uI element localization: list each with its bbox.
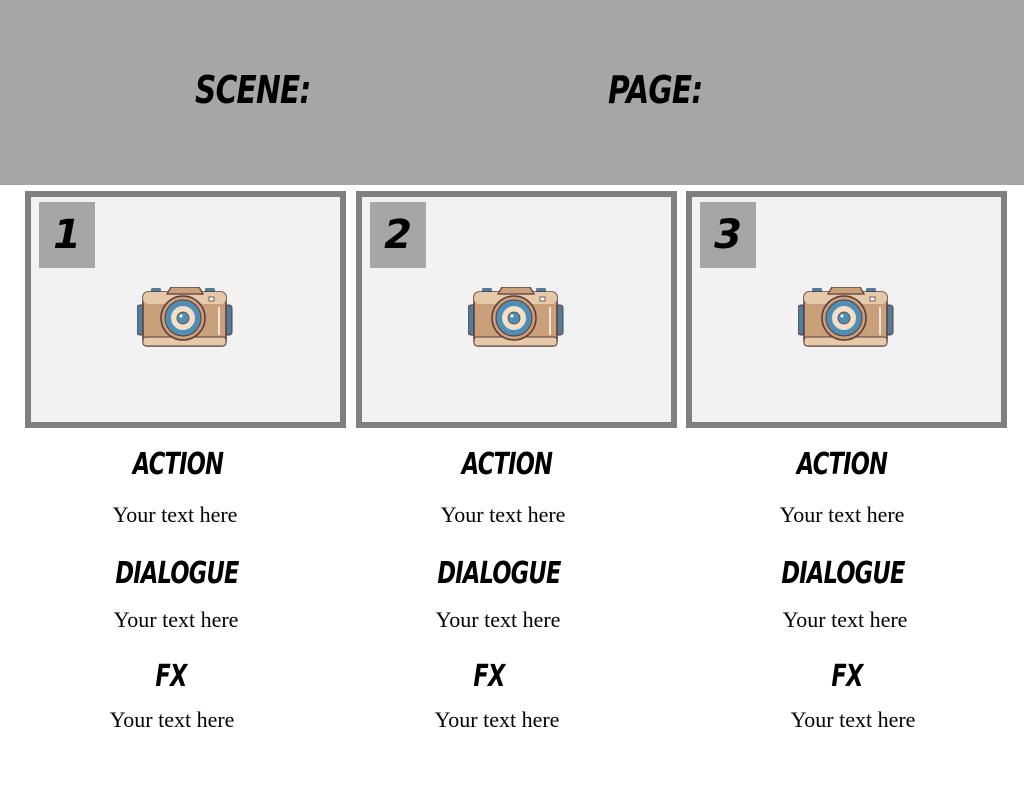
panel-number: 3 xyxy=(700,202,756,268)
action-label: ACTION xyxy=(796,447,888,482)
dialogue-text[interactable]: Your text here xyxy=(783,607,908,633)
page-label: PAGE: xyxy=(608,68,703,112)
action-label: ACTION xyxy=(132,447,224,482)
action-text[interactable]: Your text here xyxy=(780,502,905,528)
dialogue-label: DIALOGUE xyxy=(781,556,905,591)
camera-icon xyxy=(136,286,237,349)
fx-text[interactable]: Your text here xyxy=(791,707,916,733)
action-text[interactable]: Your text here xyxy=(113,502,238,528)
panel-number: 1 xyxy=(39,202,95,268)
fx-label: FX xyxy=(831,659,863,694)
dialogue-text[interactable]: Your text here xyxy=(436,607,561,633)
dialogue-text[interactable]: Your text here xyxy=(114,607,239,633)
dialogue-label: DIALOGUE xyxy=(115,556,239,591)
camera-icon xyxy=(467,286,568,349)
fx-text[interactable]: Your text here xyxy=(435,707,560,733)
fx-label: FX xyxy=(155,659,187,694)
scene-label: SCENE: xyxy=(195,68,311,112)
dialogue-label: DIALOGUE xyxy=(437,556,561,591)
camera-icon xyxy=(797,286,898,349)
header-bar: SCENE: PAGE: xyxy=(0,0,1024,185)
panel-2[interactable]: 2 xyxy=(356,191,677,428)
fx-text[interactable]: Your text here xyxy=(110,707,235,733)
panel-number: 2 xyxy=(370,202,426,268)
panel-1[interactable]: 1 xyxy=(25,191,346,428)
action-label: ACTION xyxy=(461,447,553,482)
action-text[interactable]: Your text here xyxy=(441,502,566,528)
fx-label: FX xyxy=(473,659,505,694)
panel-3[interactable]: 3 xyxy=(686,191,1007,428)
